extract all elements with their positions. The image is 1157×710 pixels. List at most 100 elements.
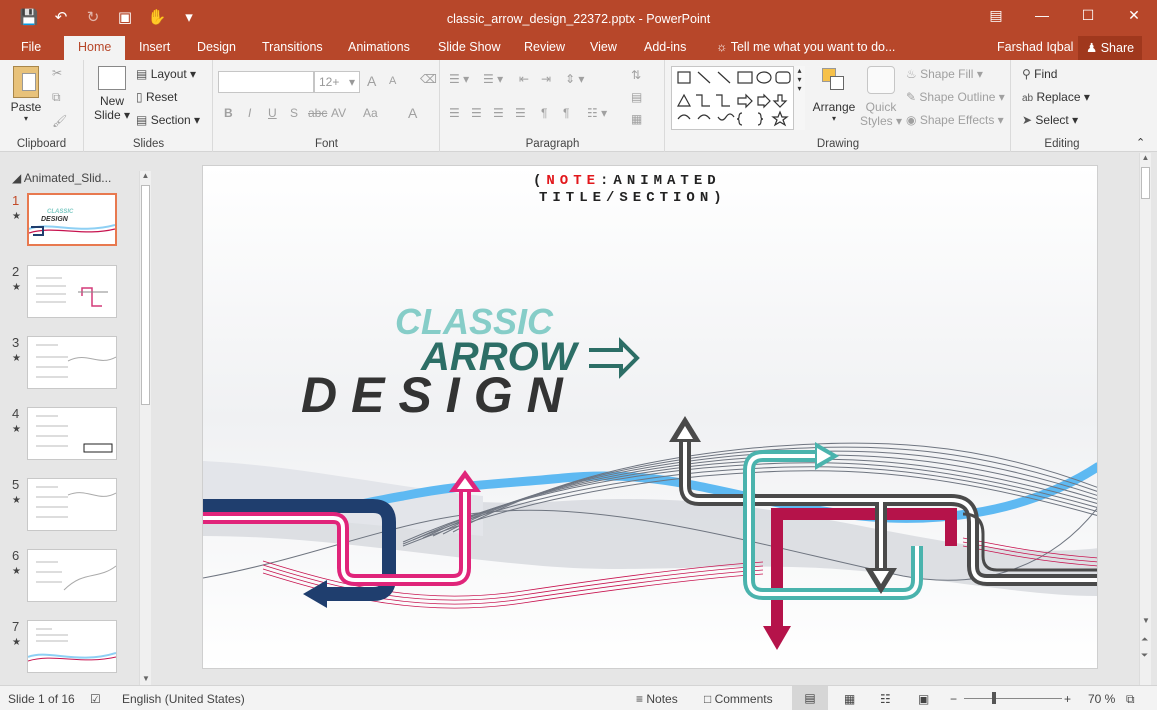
columns-icon[interactable]: ☷ ▾	[587, 106, 607, 120]
align-left-icon[interactable]: ☰	[449, 106, 460, 120]
section-icon: ▤	[136, 113, 148, 127]
strikethrough-button[interactable]: abc	[308, 106, 327, 120]
bold-button[interactable]: B	[224, 106, 233, 120]
zoom-slider-thumb[interactable]	[992, 692, 996, 704]
shapes-gallery[interactable]	[671, 66, 805, 130]
replace-button[interactable]: ab Replace ▾	[1022, 90, 1090, 104]
grow-font-icon[interactable]: A	[367, 73, 376, 89]
smartart-icon[interactable]: ▦	[631, 112, 642, 126]
design-title: DESIGN	[301, 367, 577, 423]
decrease-indent-icon[interactable]: ⇤	[519, 72, 529, 86]
clear-format-icon[interactable]: ⌫	[420, 72, 437, 86]
slide-thumbnail-5[interactable]	[27, 478, 117, 531]
ribbon-display-icon[interactable]: ▤	[973, 0, 1019, 30]
tab-view[interactable]: View	[590, 40, 617, 54]
spell-check-icon[interactable]: ☑	[90, 692, 101, 706]
close-button[interactable]: ✕	[1111, 0, 1157, 30]
tab-home[interactable]: Home	[64, 36, 126, 60]
shadow-button[interactable]: S	[290, 106, 298, 120]
slide-scrollbar[interactable]: ▲ ▼ ⏶ ⏷	[1139, 153, 1151, 685]
slide-thumbnail-2[interactable]	[27, 265, 117, 318]
pen-icon: ✎	[906, 90, 917, 104]
align-center-icon[interactable]: ☰	[471, 106, 482, 120]
copy-icon[interactable]: ⧉	[52, 90, 61, 105]
tab-slide-show[interactable]: Slide Show	[438, 40, 501, 54]
collapse-ribbon-icon[interactable]: ⌃	[1136, 136, 1145, 149]
tab-review[interactable]: Review	[524, 40, 565, 54]
layout-button[interactable]: ▤ Layout ▾	[136, 67, 196, 81]
shape-outline-button[interactable]: ✎ Shape Outline ▾	[906, 90, 1005, 104]
line-spacing-icon[interactable]: ⇕ ▾	[565, 72, 584, 86]
font-color-button[interactable]: A	[408, 105, 417, 121]
slide-thumbnail-7[interactable]	[27, 620, 117, 673]
slide-thumbnail-6[interactable]	[27, 549, 117, 602]
shape-fill-button[interactable]: ♨ Shape Fill ▾	[906, 67, 983, 81]
change-case-button[interactable]: Aa	[363, 106, 378, 120]
italic-button[interactable]: I	[248, 106, 251, 120]
shape-effects-button[interactable]: ◉ Shape Effects ▾	[906, 113, 1004, 127]
fit-to-window-icon[interactable]: ⧉	[1126, 692, 1135, 707]
underline-button[interactable]: U	[268, 106, 277, 120]
arrange-button[interactable]: Arrange ▾	[810, 66, 858, 123]
thumbnail-scrollbar[interactable]: ▲ ▼	[139, 171, 151, 685]
thumb-art	[36, 415, 113, 453]
reading-view-icon[interactable]: ☷	[880, 692, 891, 706]
previous-slide-icon[interactable]: ⏶	[1141, 634, 1148, 645]
section-header[interactable]: ◢ Animated_Slid...	[12, 171, 111, 185]
ribbon: Paste ▾ ✂ ⧉ 🖌 Clipboard New Slide ▾ ▤ La…	[0, 60, 1157, 152]
slide-canvas[interactable]: (NOTE:ANIMATED TITLE/SECTION) CLASSIC AR…	[202, 165, 1098, 669]
thumb-number: 4	[12, 406, 20, 421]
char-spacing-button[interactable]: AV	[331, 106, 346, 120]
shapes-scroll[interactable]: ▴ ▾ ▾	[793, 66, 805, 130]
new-slide-button[interactable]: New Slide ▾	[93, 66, 131, 122]
tab-design[interactable]: Design	[197, 40, 236, 54]
tab-add-ins[interactable]: Add-ins	[644, 40, 686, 54]
notes-button[interactable]: ≡ Notes	[636, 692, 678, 706]
justify-icon[interactable]: ☰	[515, 106, 526, 120]
align-text-icon[interactable]: ▤	[631, 90, 642, 104]
tab-file[interactable]: File	[21, 40, 41, 54]
numbering-icon[interactable]: ☰ ▾	[483, 72, 503, 86]
select-button[interactable]: ➤ Select ▾	[1022, 113, 1078, 127]
slide-sorter-icon[interactable]: ▦	[844, 692, 855, 706]
format-painter-icon[interactable]: 🖌	[52, 114, 67, 128]
tab-transitions[interactable]: Transitions	[262, 40, 323, 54]
zoom-in-icon[interactable]: +	[1064, 692, 1071, 706]
slideshow-view-icon[interactable]: ▣	[918, 692, 929, 706]
zoom-slider[interactable]	[964, 698, 1062, 699]
maximize-button[interactable]: ☐	[1065, 0, 1111, 30]
cut-icon[interactable]: ✂	[52, 66, 62, 80]
tab-animations[interactable]: Animations	[348, 40, 410, 54]
work-area: ◢ Animated_Slid... 1 ★ CLASSIC DESIGN 2 …	[0, 153, 1157, 685]
comments-button[interactable]: □ Comments	[704, 692, 773, 706]
font-size-combo[interactable]: 12+ ▾	[314, 71, 360, 93]
section-button[interactable]: ▤ Section ▾	[136, 113, 200, 127]
align-right-icon[interactable]: ☰	[493, 106, 504, 120]
shrink-font-icon[interactable]: A	[389, 75, 396, 87]
quick-styles-button[interactable]: Quick Styles ▾	[858, 66, 904, 128]
minimize-button[interactable]: —	[1019, 0, 1065, 30]
bullets-icon[interactable]: ☰ ▾	[449, 72, 469, 86]
ltr-icon[interactable]: ¶	[563, 106, 569, 120]
tell-me-box[interactable]: ☼ Tell me what you want to do...	[716, 40, 895, 54]
zoom-out-icon[interactable]: −	[950, 692, 957, 706]
tab-insert[interactable]: Insert	[139, 40, 170, 54]
zoom-level[interactable]: 70 %	[1088, 692, 1115, 706]
user-name[interactable]: Farshad Iqbal	[997, 40, 1073, 54]
text-direction-icon[interactable]: ⇅	[631, 68, 641, 82]
reset-button[interactable]: ▯ Reset	[136, 90, 177, 104]
thumbnail-scroll-thumb[interactable]	[141, 185, 150, 405]
share-button[interactable]: ♟ Share	[1078, 36, 1143, 60]
slide-thumbnail-4[interactable]	[27, 407, 117, 460]
rtl-icon[interactable]: ¶	[541, 106, 547, 120]
next-slide-icon[interactable]: ⏷	[1141, 650, 1148, 661]
slide-thumbnail-1[interactable]: CLASSIC DESIGN	[27, 193, 117, 246]
increase-indent-icon[interactable]: ⇥	[541, 72, 551, 86]
normal-view-icon[interactable]: ▤	[792, 686, 828, 710]
find-button[interactable]: ⚲ Find	[1022, 67, 1057, 81]
slide-scroll-thumb[interactable]	[1141, 167, 1150, 199]
paste-button[interactable]: Paste ▾	[6, 66, 46, 123]
font-name-combo[interactable]	[218, 71, 314, 93]
slide-thumbnail-3[interactable]	[27, 336, 117, 389]
language-indicator[interactable]: English (United States)	[122, 692, 245, 706]
